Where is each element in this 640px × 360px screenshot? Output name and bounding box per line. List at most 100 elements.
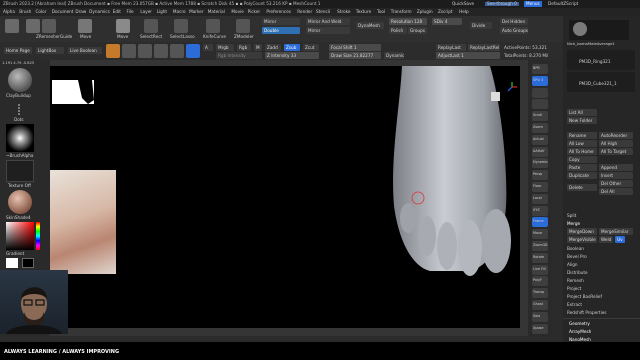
shelf-button[interactable]: Floor xyxy=(532,182,548,192)
shelf-button[interactable]: Zoom xyxy=(532,123,548,133)
menu-item[interactable]: Brush xyxy=(19,9,31,14)
focal-shift-slider[interactable]: Focal Shift 1 xyxy=(329,44,381,51)
menu-item[interactable]: Texture xyxy=(356,9,371,14)
menu-item[interactable]: Material xyxy=(208,9,225,14)
shelf-button[interactable]: Frame xyxy=(532,217,548,228)
subtool-item-2[interactable]: PM3D_Cube321_1 xyxy=(567,72,635,92)
zcut-button[interactable]: Zcut xyxy=(303,44,319,51)
knife-curve-icon[interactable] xyxy=(206,19,220,33)
menu-item[interactable]: Zscript xyxy=(438,9,453,14)
shelf-button[interactable]: Dynamic xyxy=(532,158,548,169)
menu-item[interactable]: Transform xyxy=(391,9,412,14)
shelf-button[interactable]: Move xyxy=(532,229,548,240)
shelf-button[interactable]: Solo xyxy=(532,311,548,322)
weld-button[interactable]: Weld xyxy=(599,236,613,243)
menu-item[interactable]: Edit xyxy=(113,9,121,14)
replay-last-rel-button[interactable]: ReplayLastRel xyxy=(468,44,500,51)
menu-item[interactable]: Stencil xyxy=(316,9,330,14)
insert-button[interactable]: Insert xyxy=(599,172,633,179)
merge-header[interactable]: Merge xyxy=(567,221,580,226)
project-basrelief-header[interactable]: Project BasRelief xyxy=(567,294,602,299)
menu-item[interactable]: Preferences xyxy=(266,9,291,14)
menus-button[interactable]: Menus xyxy=(524,1,542,8)
shelf-button[interactable]: Ghost xyxy=(532,300,548,310)
shelf-button[interactable] xyxy=(532,87,548,98)
merge-similar-button[interactable]: MergeSimilar xyxy=(599,228,633,235)
uv-button[interactable]: Uv xyxy=(615,236,625,243)
align-header[interactable]: Align xyxy=(567,262,578,267)
shelf-button[interactable]: Xpose xyxy=(532,323,548,334)
axis-gizmo-icon[interactable] xyxy=(506,78,518,92)
menu-item[interactable]: Alpha xyxy=(3,9,15,14)
adjust-last-slider[interactable]: AdjustLast 1 xyxy=(436,52,500,59)
del-hidden-button[interactable]: Del Hidden xyxy=(500,18,528,25)
polish-button[interactable]: Polish xyxy=(389,27,407,34)
rgb-button[interactable]: Rgb xyxy=(237,44,251,51)
m-button[interactable]: M xyxy=(254,44,262,51)
sdiv-slider[interactable]: SDiv 4 xyxy=(432,18,462,25)
mirror-button[interactable]: Mirror xyxy=(262,18,300,25)
secondary-color-swatch[interactable] xyxy=(22,258,34,268)
dynamic-button[interactable]: Dynamic xyxy=(384,52,404,59)
tool-thumbnail[interactable] xyxy=(573,22,587,36)
resolution-slider[interactable]: Resolution 128 xyxy=(389,18,427,25)
draw-icon[interactable] xyxy=(122,44,136,58)
copy-button[interactable]: Copy xyxy=(567,156,597,163)
menu-item[interactable]: File xyxy=(127,9,134,14)
a-button[interactable]: A xyxy=(203,44,213,51)
menu-item[interactable]: Picker xyxy=(248,9,260,14)
new-folder-button[interactable]: New Folder xyxy=(567,117,597,124)
brush-thumbnail[interactable] xyxy=(8,68,32,92)
shelf-button[interactable]: Zoom3D xyxy=(532,241,548,251)
groups-button[interactable]: Groups xyxy=(408,27,427,34)
gizmo-icon[interactable] xyxy=(186,44,200,58)
menu-item[interactable]: Zplugin xyxy=(417,9,433,14)
menu-item[interactable]: Help xyxy=(459,9,469,14)
shelf-button[interactable] xyxy=(532,99,548,110)
menu-item[interactable]: Stroke xyxy=(337,9,350,14)
material-thumbnail[interactable] xyxy=(8,190,32,214)
scale-icon[interactable] xyxy=(154,44,168,58)
edit-icon[interactable] xyxy=(106,44,120,58)
paste-button[interactable]: Paste xyxy=(567,164,597,171)
default-zscript-button[interactable]: DefaultZScript xyxy=(548,1,578,6)
menu-item[interactable]: Macro xyxy=(173,9,186,14)
menu-item[interactable]: Color xyxy=(36,9,47,14)
shelf-button[interactable]: PolyF xyxy=(532,276,548,287)
replay-last-button[interactable]: ReplayLast xyxy=(436,44,466,51)
delete-button[interactable]: Delete xyxy=(567,184,597,191)
shelf-button[interactable]: XYZ xyxy=(532,205,548,216)
menu-item[interactable]: Marker xyxy=(189,9,203,14)
z-intensity-slider[interactable]: Z Intensity 33 xyxy=(265,52,319,59)
boolean-header[interactable]: Boolean xyxy=(567,246,584,251)
live-boolean-button[interactable]: Live Boolean xyxy=(68,47,102,54)
geometry-header[interactable]: Geometry xyxy=(569,321,590,326)
shelf-button[interactable]: BPR xyxy=(532,64,548,74)
menu-item[interactable]: Draw xyxy=(75,9,86,14)
rotate-icon[interactable] xyxy=(170,44,184,58)
del-other-button[interactable]: Del Other xyxy=(599,180,633,187)
zadd-button[interactable]: Zadd xyxy=(265,44,281,51)
shelf-button[interactable]: SPix 3 xyxy=(532,75,548,86)
quicksave-button[interactable]: QuickSave xyxy=(452,1,474,6)
shelf-button[interactable]: Persp xyxy=(532,170,548,181)
del-all-button[interactable]: Del All xyxy=(599,188,633,195)
zsub-button[interactable]: Zsub xyxy=(284,44,300,51)
rgb-intensity-slider[interactable]: Rgb Intensity xyxy=(216,52,262,59)
mirror2-button[interactable]: Mirror xyxy=(306,27,350,34)
zmodeler-icon[interactable] xyxy=(236,19,250,33)
all-to-target-button[interactable]: All To Target xyxy=(599,148,633,155)
shelf-button[interactable]: Line Fill xyxy=(532,264,548,275)
double-button[interactable]: Double xyxy=(262,27,300,34)
auto-reorder-button[interactable]: AutoReorder xyxy=(599,132,633,139)
merge-down-button[interactable]: MergeDown xyxy=(567,228,597,235)
hue-strip[interactable] xyxy=(36,222,40,250)
menu-item[interactable]: Layer xyxy=(140,9,152,14)
arraymesh-header[interactable]: ArrayMesh xyxy=(569,329,591,334)
menu-item[interactable]: Tool xyxy=(377,9,385,14)
rename-button[interactable]: Rename xyxy=(567,132,597,139)
menu-item[interactable]: Light xyxy=(157,9,167,14)
remesh-header[interactable]: Remesh xyxy=(567,278,584,283)
shelf-button[interactable]: AAHalf xyxy=(532,146,548,157)
shelf-button[interactable]: Rotate xyxy=(532,252,548,263)
